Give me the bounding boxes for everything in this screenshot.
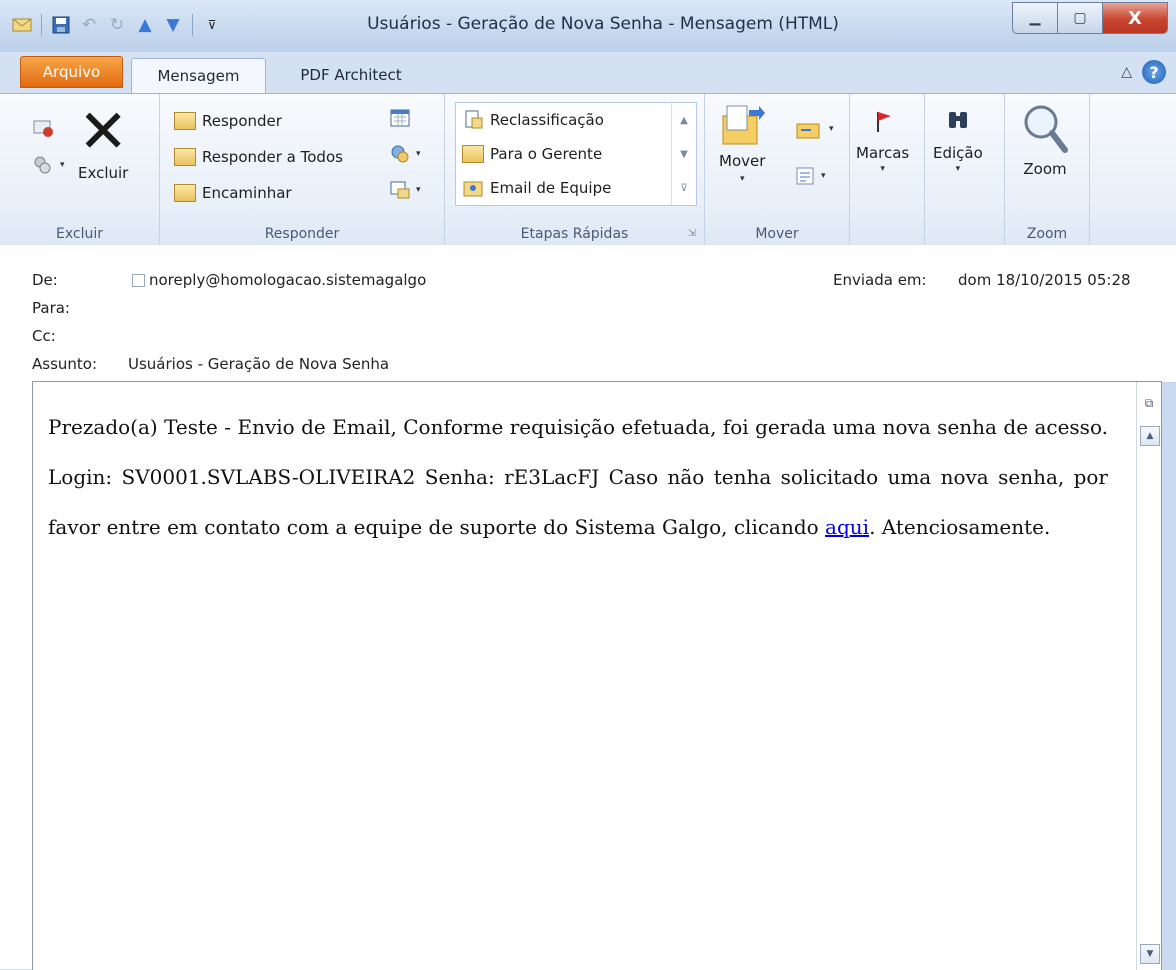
sender-checkbox — [132, 274, 145, 287]
cleanup-icon[interactable]: ▾ — [32, 154, 65, 176]
reply-button[interactable]: Responder — [174, 110, 282, 132]
forward-button[interactable]: Encaminhar — [174, 182, 292, 204]
window-title: Usuários - Geração de Nova Senha - Mensa… — [367, 14, 839, 34]
tags-button[interactable]: Marcas ▾ — [856, 108, 909, 174]
reply-all-label: Responder a Todos — [202, 148, 343, 166]
left-margin — [0, 381, 32, 969]
scroll-up-icon[interactable]: ▲ — [1140, 426, 1160, 446]
quick-step-item[interactable]: Para o Gerente — [462, 143, 602, 165]
reply-all-icon — [174, 146, 196, 168]
ignore-icon[interactable] — [32, 118, 54, 138]
magnifier-icon — [1024, 105, 1068, 153]
forward-icon — [174, 182, 196, 204]
zoom-label: Zoom — [1023, 160, 1067, 178]
delete-button[interactable]: ✕ Excluir — [78, 102, 128, 182]
editing-button[interactable]: Edição ▾ — [933, 108, 983, 174]
body-text-after: . Atenciosamente. — [869, 515, 1051, 539]
document-icon — [462, 109, 484, 131]
sent-date: dom 18/10/2015 05:28 — [958, 271, 1131, 289]
dialog-launcher-icon[interactable]: ⇲ — [688, 228, 696, 239]
to-label: Para: — [32, 299, 70, 317]
subject-value: Usuários - Geração de Nova Senha — [128, 355, 390, 373]
subject-label: Assunto: — [32, 355, 98, 373]
reply-label: Responder — [202, 112, 282, 130]
scroll-up-icon[interactable]: ▲ — [672, 103, 696, 137]
flag-icon — [876, 112, 891, 132]
maximize-icon[interactable]: ▢ — [1057, 2, 1102, 34]
meeting-icon[interactable] — [390, 108, 410, 128]
split-icon[interactable]: ⧉ — [1140, 394, 1158, 412]
scroll-down-icon[interactable]: ▼ — [672, 137, 696, 171]
from-value: noreply@homologacao.sistemagalgo — [149, 271, 427, 289]
group-label-excluir: Excluir — [56, 226, 103, 242]
rules-icon[interactable]: ▾ — [795, 118, 834, 140]
quick-step-label: Reclassificação — [490, 111, 604, 129]
forward-icon — [462, 143, 484, 165]
quick-step-item[interactable]: Email de Equipe — [462, 177, 611, 199]
group-mover: Mover ▾ ▾ ▾ Mover — [705, 94, 850, 245]
forward-label: Encaminhar — [202, 184, 292, 202]
more-respond-icon[interactable]: ▾ — [390, 180, 421, 200]
sent-label: Enviada em: — [833, 271, 927, 289]
tab-mensagem[interactable]: Mensagem — [131, 58, 266, 94]
reply-all-button[interactable]: Responder a Todos — [174, 146, 343, 168]
window-controls: ▁ ▢ X — [1012, 2, 1168, 34]
team-email-icon — [462, 177, 484, 199]
gallery-more-icon[interactable]: ⊽ — [672, 171, 696, 205]
from-label: De: — [32, 271, 58, 289]
delete-icon: ✕ — [78, 97, 129, 167]
body-link[interactable]: aqui — [825, 515, 869, 539]
im-icon[interactable]: ▾ — [390, 144, 421, 164]
editing-label: Edição — [933, 144, 983, 162]
tab-pdf-architect[interactable]: PDF Architect — [276, 58, 426, 94]
quick-steps-gallery: Reclassificação Para o Gerente Email de … — [455, 102, 697, 206]
move-button-label: Mover — [719, 152, 766, 170]
actions-icon[interactable]: ▾ — [795, 166, 826, 186]
minimize-icon[interactable]: ▁ — [1012, 2, 1057, 34]
move-button[interactable]: Mover ▾ — [719, 102, 765, 184]
group-zoom: Zoom Zoom — [1005, 94, 1090, 245]
message-text: Prezado(a) Teste - Envio de Email, Confo… — [48, 402, 1108, 552]
group-edicao: Edição ▾ — [925, 94, 1005, 245]
tab-arquivo[interactable]: Arquivo — [20, 56, 123, 88]
vertical-scrollbar[interactable]: ⧉ ▲ ▼ — [1136, 382, 1161, 970]
message-header: De: noreply@homologacao.sistemagalgo Par… — [0, 245, 1176, 383]
group-label-etapas: Etapas Rápidas — [520, 226, 629, 242]
message-body[interactable]: Prezado(a) Teste - Envio de Email, Confo… — [32, 381, 1162, 970]
quick-step-item[interactable]: Reclassificação — [462, 109, 604, 131]
tags-label: Marcas — [856, 144, 910, 162]
ribbon-tabs: Arquivo Mensagem PDF Architect △ ? — [0, 52, 1176, 94]
group-responder: Responder Responder a Todos Encaminhar ▾… — [160, 94, 445, 245]
group-label-zoom: Zoom — [1026, 226, 1068, 242]
help-icon[interactable]: ? — [1142, 60, 1166, 84]
from-field[interactable]: noreply@homologacao.sistemagalgo — [132, 271, 426, 289]
group-label-responder: Responder — [264, 226, 340, 242]
close-button[interactable]: X — [1102, 2, 1168, 34]
scroll-down-icon[interactable]: ▼ — [1140, 944, 1160, 964]
zoom-button[interactable]: Zoom — [1021, 102, 1069, 178]
collapse-ribbon-icon[interactable]: △ — [1121, 64, 1132, 80]
reply-icon — [174, 110, 196, 132]
cc-label: Cc: — [32, 327, 56, 345]
group-marcas: Marcas ▾ — [850, 94, 925, 245]
group-label-mover: Mover — [755, 226, 799, 242]
ribbon: ▾ ✕ Excluir Excluir Responder Responder … — [0, 93, 1176, 247]
quick-step-label: Para o Gerente — [490, 145, 603, 163]
delete-button-label: Excluir — [78, 164, 129, 182]
gallery-scroll: ▲ ▼ ⊽ — [671, 103, 696, 205]
binoculars-icon — [948, 112, 967, 128]
folder-move-icon — [722, 105, 766, 145]
group-excluir: ▾ ✕ Excluir Excluir — [0, 94, 160, 245]
quick-step-label: Email de Equipe — [490, 179, 612, 197]
title-bar: ↶ ↻ ▲ ▼ ⊽ Usuários - Geração de Nova Sen… — [0, 0, 1176, 52]
